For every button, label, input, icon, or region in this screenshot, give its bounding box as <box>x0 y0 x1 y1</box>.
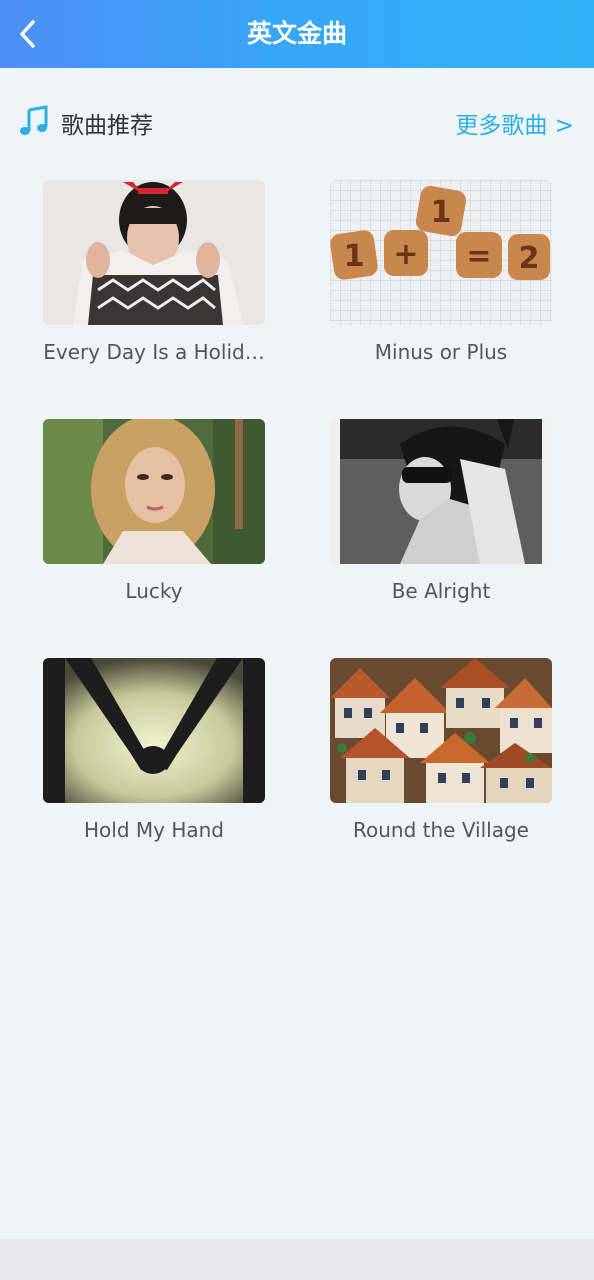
top-app-bar: 英文金曲 <box>0 0 594 68</box>
svg-text:+: + <box>393 237 418 272</box>
song-cover-image <box>43 658 265 803</box>
system-navigation-bar <box>0 1239 594 1280</box>
song-title: Minus or Plus <box>374 340 508 364</box>
song-cover-image <box>43 419 265 564</box>
song-card[interactable]: Round the Village <box>330 658 552 842</box>
song-title: Round the Village <box>353 818 529 842</box>
song-title: Hold My Hand <box>84 818 224 842</box>
song-title: Lucky <box>125 579 183 603</box>
svg-text:2: 2 <box>519 241 540 276</box>
section-header: 歌曲推荐 更多歌曲 > <box>0 100 594 144</box>
more-songs-link[interactable]: 更多歌曲 > <box>455 106 574 140</box>
song-cover-image <box>330 658 552 803</box>
song-cover-image: 1 + 1 = 2 <box>330 180 552 325</box>
section-title: 歌曲推荐 <box>61 113 153 139</box>
song-title: Be Alright <box>391 579 491 603</box>
song-cover-image <box>43 180 265 325</box>
song-title: Every Day Is a Holid… <box>43 340 265 364</box>
song-card[interactable]: Hold My Hand <box>43 658 265 842</box>
svg-text:1: 1 <box>344 239 365 274</box>
svg-text:1: 1 <box>431 195 452 230</box>
song-card[interactable]: Be Alright <box>330 419 552 603</box>
song-cover-image <box>330 419 552 564</box>
song-card[interactable]: Every Day Is a Holid… <box>43 180 265 364</box>
music-note-icon <box>20 105 48 135</box>
page-title: 英文金曲 <box>246 19 347 48</box>
song-card[interactable]: Lucky <box>43 419 265 603</box>
svg-text:=: = <box>466 239 491 274</box>
song-card[interactable]: 1 + 1 = 2 Minus or Plus <box>330 180 552 364</box>
